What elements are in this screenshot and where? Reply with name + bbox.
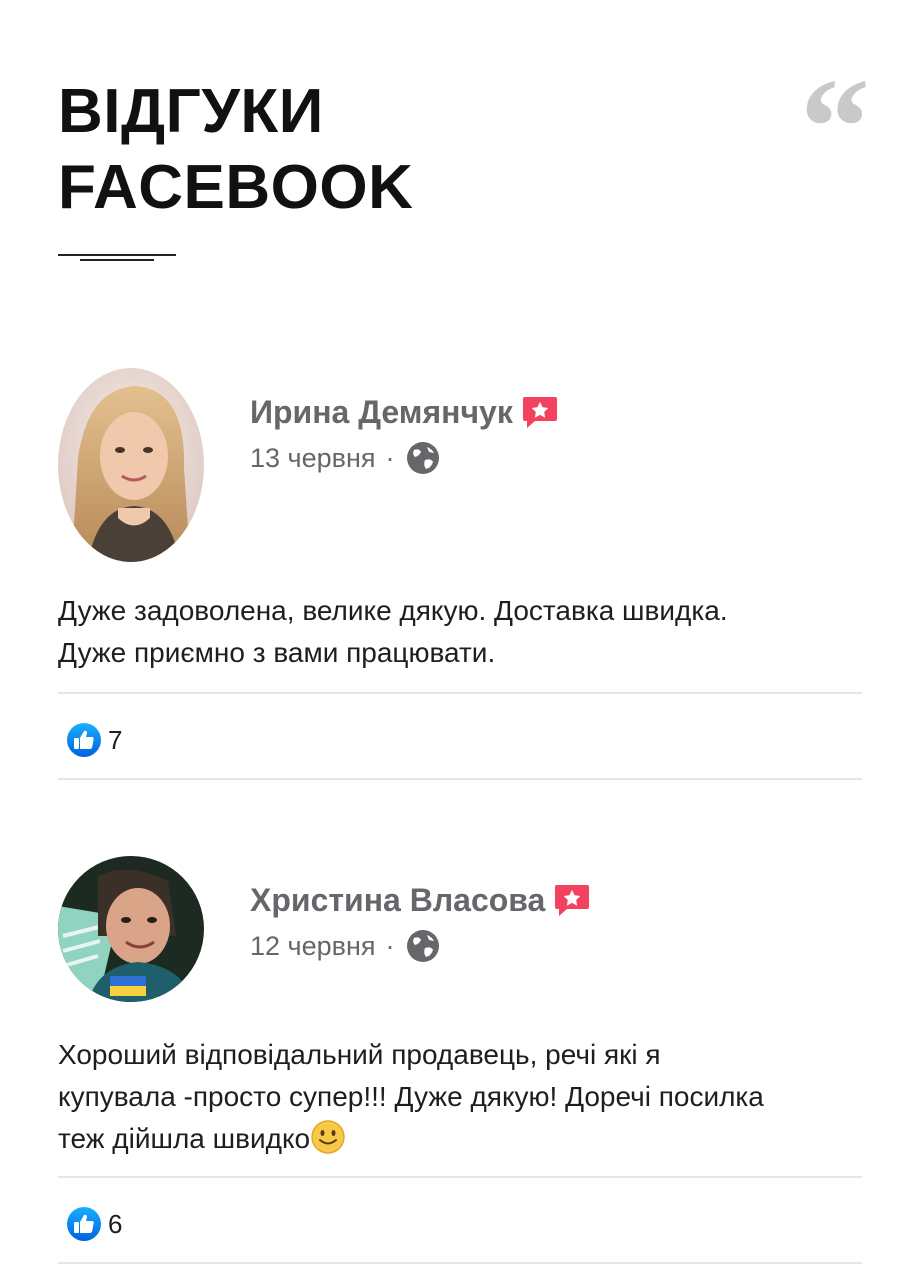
globe-icon	[406, 442, 439, 474]
likes-count: 6	[108, 1209, 123, 1239]
smile-emoji-icon	[311, 1120, 345, 1154]
like-icon	[67, 723, 101, 757]
post-date[interactable]: 13 червня	[250, 441, 376, 475]
meta-row: 12 червня ·	[250, 928, 441, 964]
page-title: ВІДГУКИ FACEBOOK	[58, 74, 413, 226]
globe-icon	[406, 930, 439, 962]
reviews-page: ВІДГУКИ FACEBOOK “ Ирина Демянчук 13 чер…	[0, 0, 920, 1280]
like-icon	[67, 1207, 101, 1241]
review-text-line: купувала -просто супер!!! Дуже дякую! До…	[58, 1081, 764, 1112]
review-card: Христина Власова 12 червня · Хороший від…	[58, 856, 862, 1266]
divider	[58, 1262, 862, 1264]
avatar[interactable]	[58, 368, 204, 562]
author-row: Христина Власова	[250, 880, 591, 920]
review-text-line: Дуже задоволена, велике дякую. Доставка …	[58, 595, 728, 626]
review-text: Хороший відповідальний продавець, речі я…	[58, 1034, 862, 1160]
reactions-row[interactable]: 7	[66, 722, 122, 758]
reactions-row[interactable]: 6	[66, 1206, 122, 1242]
author-row: Ирина Демянчук	[250, 392, 559, 432]
likes-count: 7	[108, 725, 123, 755]
avatar[interactable]	[58, 856, 204, 1002]
divider	[58, 778, 862, 780]
recommend-badge-icon	[555, 885, 590, 916]
author-name[interactable]: Ирина Демянчук	[250, 392, 513, 432]
post-date[interactable]: 12 червня	[250, 929, 376, 963]
meta-separator: ·	[385, 931, 395, 961]
review-text-line: Дуже приємно з вами працювати.	[58, 637, 496, 668]
title-line-2: FACEBOOK	[58, 153, 414, 222]
meta-separator: ·	[385, 443, 395, 473]
author-name[interactable]: Христина Власова	[250, 880, 545, 920]
review-text-line: теж дійшла швидко	[58, 1123, 311, 1154]
review-text-line: Хороший відповідальний продавець, речі я…	[58, 1039, 661, 1070]
divider	[58, 692, 862, 694]
divider	[58, 1176, 862, 1178]
title-line-1: ВІДГУКИ	[58, 77, 324, 146]
review-text: Дуже задоволена, велике дякую. Доставка …	[58, 590, 862, 674]
title-underline	[58, 244, 178, 264]
recommend-badge-icon	[522, 397, 557, 428]
meta-row: 13 червня ·	[250, 440, 441, 476]
quote-icon: “	[800, 50, 870, 205]
review-card: Ирина Демянчук 13 червня · Дуже задоволе…	[58, 368, 862, 788]
